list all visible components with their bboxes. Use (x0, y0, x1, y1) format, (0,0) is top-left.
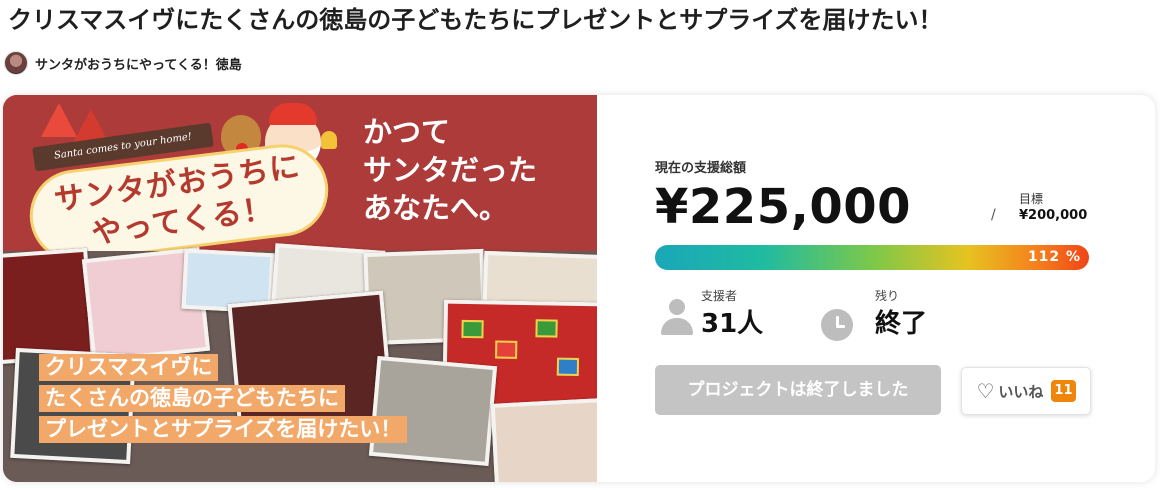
supporters-count: 31人 (701, 309, 764, 339)
like-count-badge: 11 (1051, 380, 1076, 402)
remaining-value: 終了 (875, 309, 928, 339)
amount-raised: ¥225,000 (655, 179, 912, 235)
supporters-label: 支援者 (701, 289, 738, 303)
project-card: Santa comes to your home! サンタがおうちにやってくる！… (3, 95, 1155, 482)
gift-icon (495, 340, 518, 359)
hero-image: Santa comes to your home! サンタがおうちにやってくる！… (3, 95, 597, 482)
progress-bar: 112 % (655, 245, 1089, 270)
project-title: クリスマスイヴにたくさんの徳島の子どもたちにプレゼントとサプライズを届けたい！ (8, 6, 943, 34)
like-button[interactable]: ♡ いいね 11 (961, 367, 1091, 415)
gift-icon (461, 319, 484, 339)
tree-icon (41, 103, 77, 137)
collage-photo (3, 247, 95, 365)
goal-label: 目標 (1019, 192, 1044, 206)
clock-icon (821, 309, 853, 341)
amount-label: 現在の支援総額 (655, 161, 747, 176)
caption-line: クリスマスイヴに (39, 354, 219, 381)
project-owner[interactable]: サンタがおうちにやってくる！徳島 (4, 50, 242, 76)
hero-message-line: サンタだった (363, 153, 538, 187)
santa-hat (269, 103, 317, 125)
gift-icon (556, 357, 580, 376)
hero-banner: Santa comes to your home! サンタがおうちにやってくる！… (3, 95, 597, 267)
progress-fill (655, 245, 1089, 270)
bell-icon (321, 131, 337, 149)
heart-icon: ♡ (976, 379, 995, 403)
like-label: いいね (998, 382, 1044, 401)
goal-separator: / (991, 207, 996, 223)
owner-avatar[interactable] (4, 51, 28, 75)
hero-caption: クリスマスイヴに たくさんの徳島の子どもたちに プレゼントとサプライズを届けたい… (39, 354, 408, 447)
hero-message-line: あなたへ。 (363, 191, 509, 225)
owner-name[interactable]: サンタがおうちにやってくる！徳島 (35, 54, 242, 73)
caption-line: プレゼントとサプライズを届けたい！ (39, 416, 408, 443)
hero-message: かつて サンタだった あなたへ。 (363, 113, 537, 227)
progress-percent: 112 % (1027, 249, 1081, 265)
funding-panel: 現在の支援総額 ¥225,000 / 目標 ¥200,000 112 % 支援者… (597, 95, 1155, 482)
remaining-label: 残り (875, 289, 900, 303)
gift-icon (535, 319, 558, 338)
project-ended-button[interactable]: プロジェクトは終了しました (655, 365, 941, 415)
collage-photo (490, 398, 597, 482)
caption-line: たくさんの徳島の子どもたちに (39, 385, 345, 412)
person-icon (661, 299, 693, 335)
goal-value: ¥200,000 (1019, 208, 1088, 223)
hero-message-line: かつて (363, 115, 451, 149)
